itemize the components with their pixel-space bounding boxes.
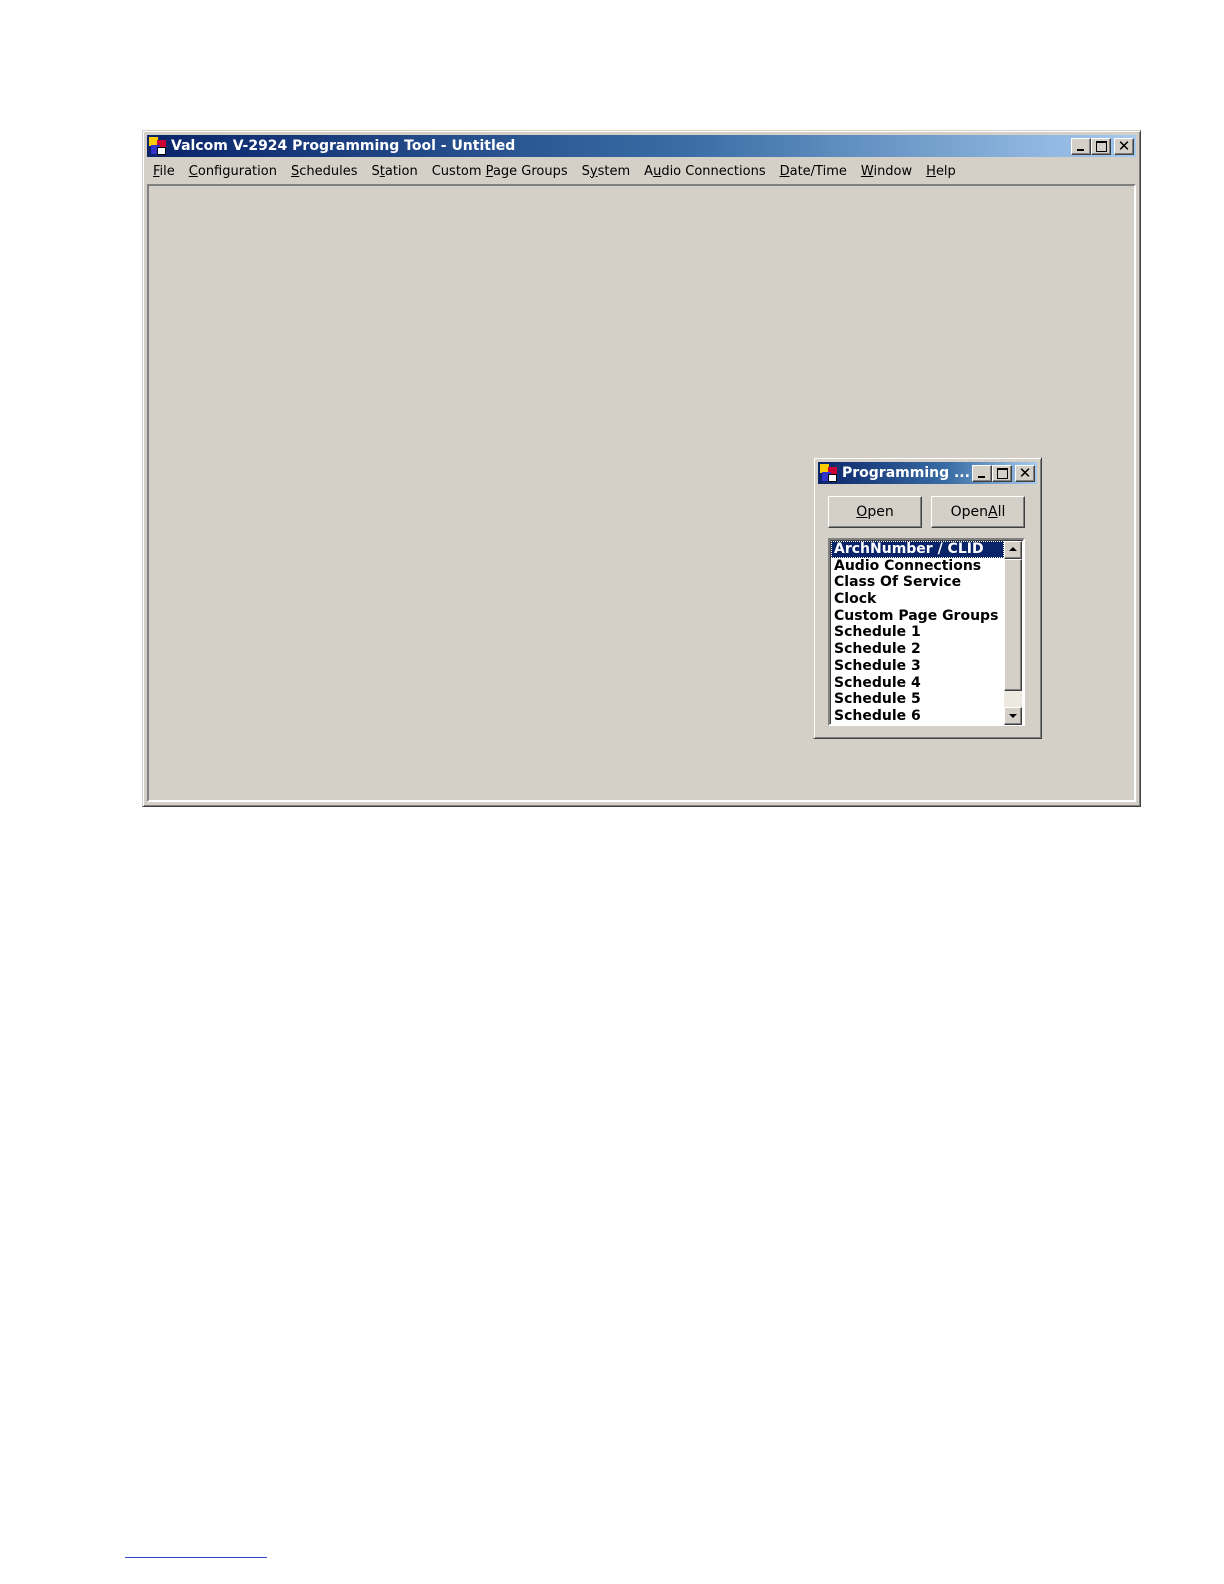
window-title: Valcom V-2924 Programming Tool - Untitle… — [171, 138, 516, 154]
menu-station[interactable]: Station — [364, 164, 424, 179]
scroll-up-button[interactable] — [1004, 541, 1022, 559]
menu-custom-page-groups[interactable]: Custom Page Groups — [425, 164, 575, 179]
scroll-down-button[interactable] — [1004, 707, 1022, 725]
minimize-icon — [1077, 148, 1084, 151]
menu-bar: File Configuration Schedules Station Cus… — [147, 159, 1136, 183]
maximize-button[interactable] — [1091, 137, 1111, 155]
menu-system[interactable]: System — [575, 164, 638, 179]
programming-listbox[interactable]: ArchNumber / CLID Audio Connections Clas… — [828, 538, 1025, 726]
listbox-scrollbar[interactable] — [1004, 541, 1022, 725]
arrow-down-icon — [1009, 714, 1017, 718]
close-icon: ✕ — [1117, 136, 1131, 155]
child-close-button[interactable]: ✕ — [1015, 463, 1035, 482]
child-app-icon[interactable] — [819, 463, 839, 483]
programming-titlebar[interactable]: Programming ... ✕ — [818, 462, 1037, 484]
child-caption-buttons: ✕ — [972, 463, 1035, 482]
list-item[interactable]: Schedule 1 — [831, 624, 1004, 641]
list-item[interactable]: Clock — [831, 591, 1004, 608]
list-item[interactable]: ArchNumber / CLID — [831, 541, 1004, 558]
menu-schedules[interactable]: Schedules — [284, 164, 365, 179]
open-all-button[interactable]: Open All — [931, 496, 1025, 528]
minimize-icon — [978, 475, 985, 478]
scroll-thumb[interactable] — [1004, 559, 1022, 691]
list-item[interactable]: Schedule 4 — [831, 675, 1004, 692]
list-item[interactable]: Schedule 5 — [831, 691, 1004, 708]
close-icon: ✕ — [1018, 463, 1032, 482]
menu-date-time[interactable]: Date/Time — [773, 164, 854, 179]
list-item[interactable]: Class Of Service — [831, 574, 1004, 591]
app-icon[interactable] — [148, 136, 168, 156]
minimize-button[interactable] — [1071, 137, 1091, 155]
maximize-icon — [997, 467, 1008, 479]
menu-audio-connections[interactable]: Audio Connections — [637, 164, 772, 179]
menu-configuration[interactable]: Configuration — [182, 164, 284, 179]
list-item[interactable]: Custom Page Groups — [831, 608, 1004, 625]
caption-buttons: ✕ — [1071, 136, 1134, 155]
main-titlebar[interactable]: Valcom V-2924 Programming Tool - Untitle… — [147, 135, 1136, 157]
menu-help[interactable]: Help — [919, 164, 963, 179]
menu-window[interactable]: Window — [854, 164, 919, 179]
maximize-icon — [1096, 140, 1107, 152]
arrow-up-icon — [1009, 547, 1017, 551]
list-item[interactable]: Schedule 6 — [831, 708, 1004, 725]
open-button[interactable]: Open — [828, 496, 922, 528]
programming-window: Programming ... ✕ Open Open All ArchNumb… — [813, 457, 1042, 739]
list-item[interactable]: Schedule 3 — [831, 658, 1004, 675]
document-page: Valcom V-2924 Programming Tool - Untitle… — [0, 0, 1224, 1584]
menu-file[interactable]: File — [147, 164, 182, 179]
list-item[interactable]: Audio Connections — [831, 558, 1004, 575]
child-maximize-button[interactable] — [992, 464, 1012, 482]
listbox-items: ArchNumber / CLID Audio Connections Clas… — [831, 541, 1004, 725]
close-button[interactable]: ✕ — [1114, 136, 1134, 155]
child-minimize-button[interactable] — [972, 464, 992, 482]
footnote-separator — [125, 1557, 267, 1558]
list-item[interactable]: Schedule 2 — [831, 641, 1004, 658]
programming-window-title: Programming ... — [842, 465, 970, 481]
